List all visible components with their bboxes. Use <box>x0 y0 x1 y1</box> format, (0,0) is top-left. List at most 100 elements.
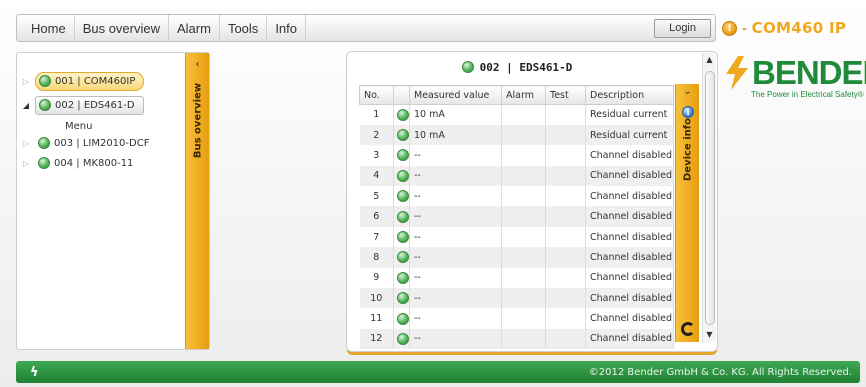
tree-node-pill[interactable]: 004 | MK800-11 <box>35 154 141 173</box>
status-led-icon <box>397 251 409 264</box>
cell-channel-number: 8 <box>359 247 394 268</box>
cell-description: Residual current <box>585 104 674 125</box>
menu-tools[interactable]: Tools <box>220 15 268 41</box>
col-header-led[interactable] <box>393 85 410 105</box>
table-row[interactable]: 4 -- Channel disabled <box>359 165 674 187</box>
cell-test <box>545 145 586 166</box>
col-header-test[interactable]: Test <box>545 85 586 105</box>
cell-test <box>545 226 586 248</box>
cell-status-led <box>393 288 410 309</box>
status-led-icon <box>397 332 409 345</box>
cell-measured-value: -- <box>409 206 502 227</box>
status-led-icon <box>397 292 409 305</box>
cell-test <box>545 267 586 289</box>
channel-table-body: 1 10 mA Residual current 2 10 mA Residual cur… <box>359 104 674 350</box>
cell-description: Channel disabled <box>585 288 674 309</box>
table-row[interactable]: 10 -- Channel disabled <box>359 288 674 309</box>
table-row[interactable]: 1 10 mA Residual current <box>359 104 674 125</box>
cell-test <box>545 206 586 227</box>
bender-logo: BENDER The Power in Electrical Safety® <box>722 54 866 102</box>
refresh-icon[interactable] <box>681 322 695 336</box>
col-header-measured-value[interactable]: Measured value <box>409 85 502 105</box>
expand-arrow-icon[interactable]: ▷ <box>21 159 31 168</box>
cell-channel-number: 3 <box>359 145 394 166</box>
table-row[interactable]: 11 -- Channel disabled <box>359 308 674 329</box>
cell-alarm <box>501 104 546 125</box>
table-row[interactable]: 3 -- Channel disabled <box>359 145 674 166</box>
expand-arrow-icon[interactable]: ▷ <box>21 139 31 148</box>
cell-measured-value: -- <box>409 145 502 166</box>
cell-description: Residual current <box>585 124 674 146</box>
status-led-icon <box>397 312 409 325</box>
tree-submenu-menu[interactable]: Menu <box>65 121 92 132</box>
expand-arrow-icon[interactable]: ▷ <box>21 77 31 86</box>
info-icon[interactable]: i <box>682 106 694 118</box>
table-header-row: No. Measured value Alarm Test Descriptio… <box>359 85 674 105</box>
expand-chevron-icon[interactable]: ⌄ <box>676 86 699 97</box>
status-led-icon <box>39 75 51 87</box>
logo-tagline: The Power in Electrical Safety® <box>751 90 864 99</box>
tree-node-pill[interactable]: 003 | LIM2010-DCF <box>35 134 157 153</box>
cell-alarm <box>501 288 546 309</box>
table-row[interactable]: 12 -- Channel disabled <box>359 328 674 350</box>
tree-node-004[interactable]: ▷ 004 | MK800-11 <box>21 153 141 173</box>
alarm-indicator-icon[interactable]: ! <box>722 20 737 36</box>
bus-overview-tab[interactable]: ‹ Bus overview <box>185 53 209 349</box>
gateway-name: COM460 IP <box>751 19 847 37</box>
cell-alarm <box>501 206 546 227</box>
cell-channel-number: 9 <box>359 267 394 289</box>
cell-measured-value: -- <box>409 226 502 248</box>
cell-status-led <box>393 247 410 268</box>
device-info-tab[interactable]: ⌄ i Device info <box>675 84 699 342</box>
table-row[interactable]: 9 -- Channel disabled <box>359 267 674 289</box>
table-row[interactable]: 7 -- Channel disabled <box>359 226 674 248</box>
col-header-alarm[interactable]: Alarm <box>501 85 546 105</box>
scroll-thumb[interactable] <box>705 71 715 325</box>
tree-node-label: 002 | EDS461-D <box>55 99 135 111</box>
menu-alarm[interactable]: Alarm <box>169 15 220 41</box>
col-header-description[interactable]: Description <box>585 85 674 105</box>
status-led-icon <box>397 231 409 244</box>
tree-node-pill[interactable]: 002 | EDS461-D <box>35 95 144 115</box>
cell-channel-number: 4 <box>359 165 394 187</box>
menu-info[interactable]: Info <box>267 15 306 41</box>
cell-measured-value: -- <box>409 328 502 350</box>
tree-node-001[interactable]: ▷ 001 | COM460IP <box>21 71 145 91</box>
cell-status-led <box>393 328 410 350</box>
cell-channel-number: 12 <box>359 328 394 350</box>
cell-description: Channel disabled <box>585 226 674 248</box>
tree-node-002[interactable]: ◢ 002 | EDS461-D <box>21 95 144 115</box>
status-led-icon <box>397 129 409 142</box>
cell-description: Channel disabled <box>585 186 674 207</box>
collapse-arrow-icon[interactable]: ◢ <box>21 101 31 110</box>
status-led-icon <box>397 271 409 284</box>
status-led-icon <box>38 157 50 169</box>
col-header-no[interactable]: No. <box>359 85 394 105</box>
cell-alarm <box>501 247 546 268</box>
menu-bus-overview[interactable]: Bus overview <box>75 15 169 41</box>
cell-channel-number: 10 <box>359 288 394 309</box>
login-button[interactable]: Login <box>654 18 711 38</box>
tree-node-003[interactable]: ▷ 003 | LIM2010-DCF <box>21 133 157 153</box>
scroll-down-icon[interactable]: ▼ <box>703 330 716 339</box>
cell-channel-number: 1 <box>359 104 394 125</box>
collapse-chevron-icon[interactable]: ‹ <box>186 59 209 70</box>
table-row[interactable]: 2 10 mA Residual current <box>359 124 674 146</box>
bus-overview-tab-label: Bus overview <box>192 82 203 159</box>
device-info-tab-label: Device info <box>682 118 693 181</box>
tree-node-pill[interactable]: 001 | COM460IP <box>35 71 145 91</box>
cell-test <box>545 328 586 350</box>
cell-status-led <box>393 226 410 248</box>
device-panel-scrollbar[interactable]: ▲ ▼ <box>702 53 716 343</box>
table-row[interactable]: 5 -- Channel disabled <box>359 186 674 207</box>
cell-description: Channel disabled <box>585 328 674 350</box>
menu-home[interactable]: Home <box>23 15 75 41</box>
bus-tree-panel: ▷ 001 | COM460IP ◢ 002 | EDS461-D Menu ▷… <box>16 52 210 350</box>
scroll-up-icon[interactable]: ▲ <box>703 55 716 64</box>
cell-test <box>545 165 586 187</box>
table-row[interactable]: 8 -- Channel disabled <box>359 247 674 268</box>
table-row[interactable]: 6 -- Channel disabled <box>359 206 674 227</box>
cell-test <box>545 308 586 329</box>
cell-description: Channel disabled <box>585 267 674 289</box>
device-title-text: 002 | EDS461-D <box>479 60 573 74</box>
